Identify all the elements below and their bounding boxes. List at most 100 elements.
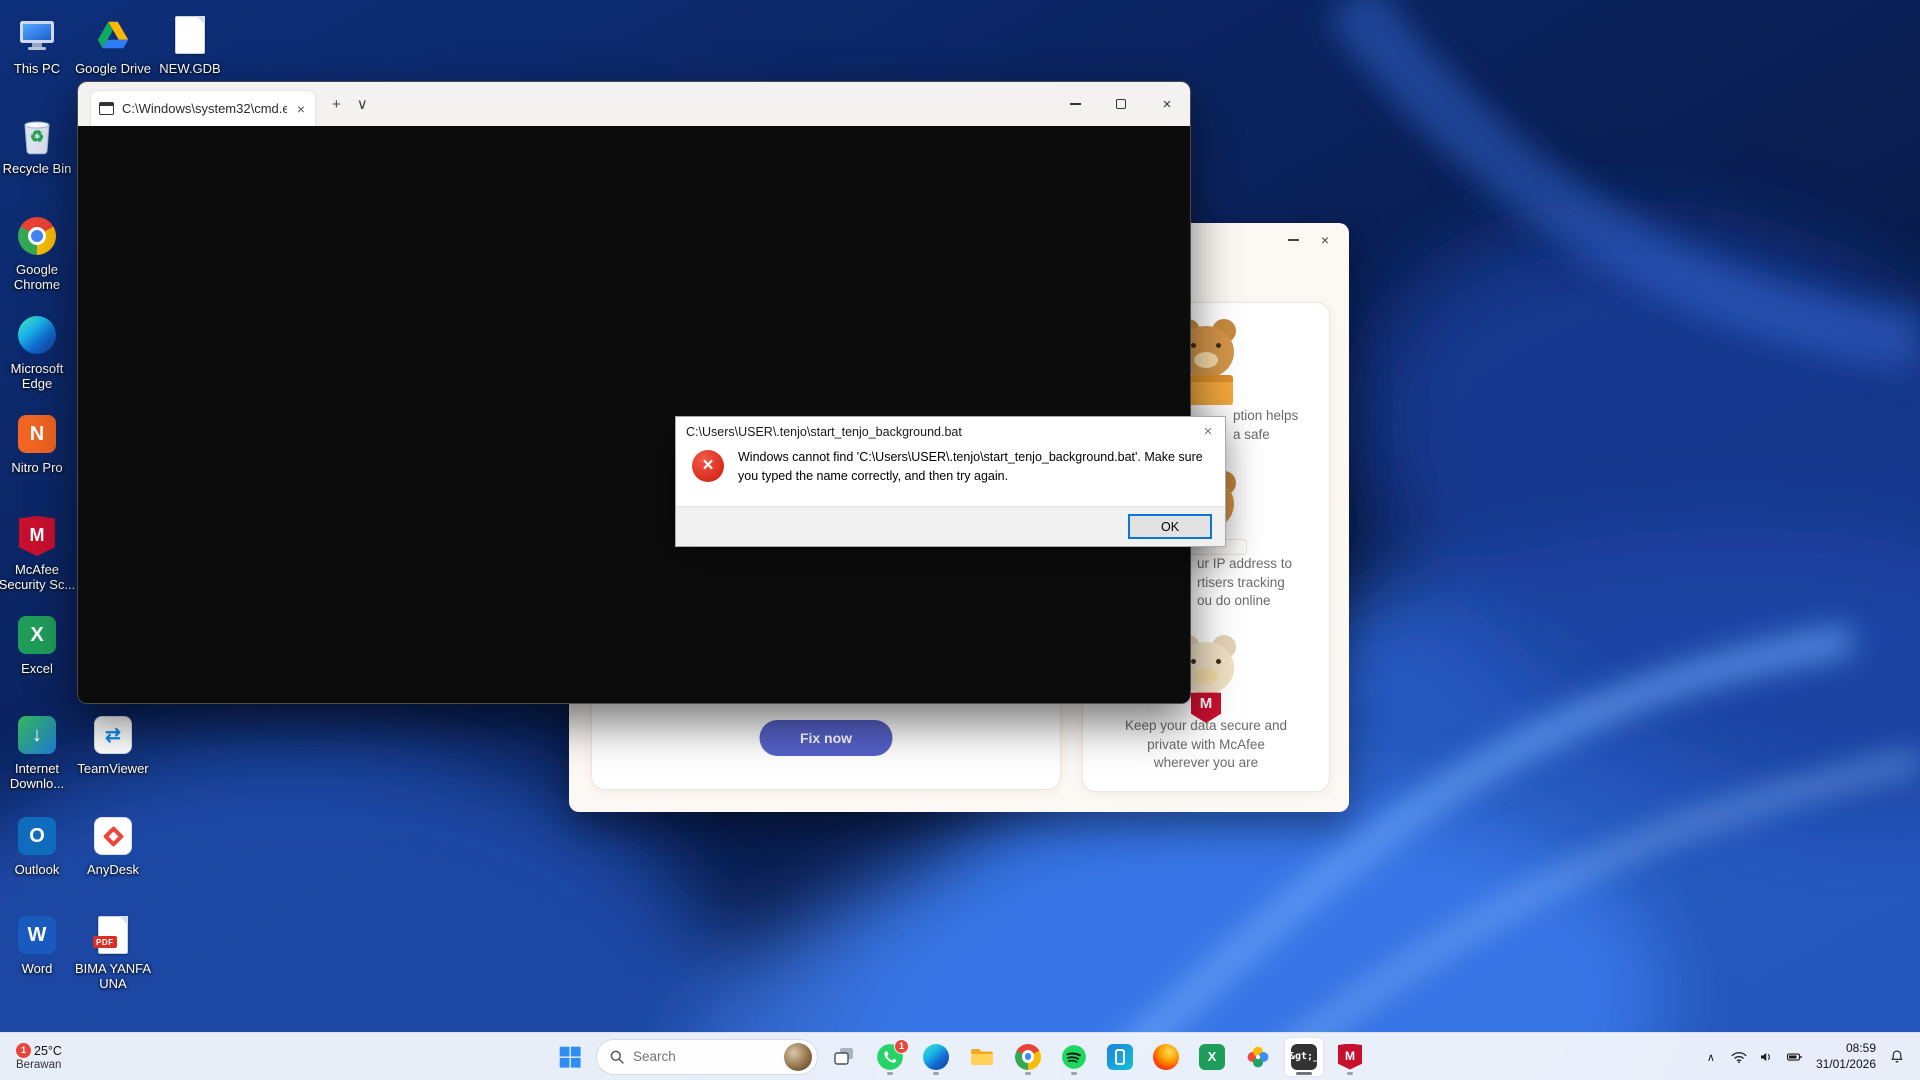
taskbar-spotify[interactable] [1054,1037,1094,1077]
task-view-icon [832,1045,856,1069]
desktop-icon-mcafee[interactable]: M McAfee Security Sc... [0,514,77,593]
word-icon: W [0,913,77,957]
desktop-icon-label: AnyDesk [73,862,153,877]
desktop-icon-bima-pdf[interactable]: PDF BIMA YANFA UNA [73,913,153,992]
desktop-icon-recycle-bin[interactable]: ♻ Recycle Bin [0,113,77,176]
desktop-icon-label: Word [0,961,77,976]
desktop-icon-label: Internet Downlo... [0,761,77,792]
running-indicator [1025,1072,1031,1075]
recycle-bin-icon: ♻ [0,113,77,157]
desktop-icon-excel[interactable]: X Excel [0,613,77,676]
desktop-icon-word[interactable]: W Word [0,913,77,976]
desktop-icon-nitro-pro[interactable]: N Nitro Pro [0,412,77,475]
file-explorer-icon [969,1044,995,1070]
notification-bell-icon[interactable] [1884,1037,1910,1077]
terminal-tab[interactable]: C:\Windows\system32\cmd.e × [90,90,316,126]
error-dialog: C:\Users\USER\.tenjo\start_tenjo_backgro… [675,416,1226,547]
running-indicator [1296,1072,1312,1075]
wifi-icon[interactable] [1726,1037,1752,1077]
taskbar-edge[interactable] [916,1037,956,1077]
recycle-symbol: ♻ [30,127,44,147]
tab-dropdown-icon[interactable]: ∨ [357,95,368,113]
desktop-icon-label: Recycle Bin [0,161,77,176]
taskbar-file-explorer[interactable] [962,1037,1002,1077]
mcafee-promo-caption-3: Keep your data secure and private with M… [1083,717,1329,773]
idm-icon: ↓ [0,713,77,757]
taskbar-chrome[interactable] [1008,1037,1048,1077]
mcafee-shield-icon: M [0,514,77,558]
taskbar-whatsapp[interactable]: 1 [870,1037,910,1077]
volume-icon[interactable] [1754,1037,1780,1077]
taskbar-phone-link[interactable] [1100,1037,1140,1077]
search-spotlight-image[interactable] [784,1043,812,1071]
google-drive-icon [73,13,153,57]
desktop-icon-outlook[interactable]: O Outlook [0,814,77,877]
desktop-icon-label: Google Chrome [0,262,77,293]
running-indicator [1347,1072,1353,1075]
nitro-pro-icon: N [0,412,77,456]
taskbar-search-box[interactable] [596,1039,818,1075]
weather-temperature: 25°C [34,1044,62,1058]
desktop-icon-microsoft-edge[interactable]: Microsoft Edge [0,313,77,392]
task-view-button[interactable] [824,1037,864,1077]
error-icon: × [692,450,724,482]
chrome-icon [1015,1044,1041,1070]
desktop-icon-anydesk[interactable]: AnyDesk [73,814,153,877]
anydesk-icon [73,814,153,858]
taskbar-clock[interactable]: 08:59 31/01/2026 [1816,1041,1876,1072]
excel-icon: X [1199,1044,1225,1070]
error-message: Windows cannot find 'C:\Users\USER\.tenj… [738,448,1208,486]
clock-time: 08:59 [1816,1041,1876,1057]
dialog-body: × Windows cannot find 'C:\Users\USER\.te… [676,446,1225,506]
desktop-icon-idm[interactable]: ↓ Internet Downlo... [0,713,77,792]
new-tab-button[interactable]: + [332,96,341,113]
desktop-icon-new-gdb[interactable]: NEW.GDB [150,13,230,76]
file-icon [150,13,230,57]
desktop-icon-google-chrome[interactable]: Google Chrome [0,214,77,293]
ok-button[interactable]: OK [1128,514,1212,539]
fix-now-button[interactable]: Fix now [760,720,893,756]
terminal-maximize-button[interactable] [1098,82,1144,126]
running-indicator [887,1072,893,1075]
desktop-icon-label: McAfee Security Sc... [0,562,77,593]
mcafee-minimize-button[interactable] [1281,229,1305,251]
system-tray: ∧ 08:59 31/01/2026 [1698,1033,1916,1080]
whatsapp-badge: 1 [894,1039,909,1054]
spotify-icon [1061,1044,1087,1070]
desktop-icon-teamviewer[interactable]: ⇄ TeamViewer [73,713,153,776]
weather-widget[interactable]: 1 25°C Berawan [10,1036,68,1078]
terminal-close-button[interactable]: × [1144,82,1190,126]
taskbar: 1 25°C Berawan 1 [0,1032,1920,1080]
desktop-icon-label: TeamViewer [73,761,153,776]
mcafee-shield-icon: M [1338,1044,1362,1070]
terminal-window: C:\Windows\system32\cmd.e × + ∨ × [77,81,1191,704]
running-indicator [933,1072,939,1075]
taskbar-firefox[interactable] [1146,1037,1186,1077]
terminal-output-area[interactable] [78,126,1190,704]
desktop-icon-label: Google Drive [73,61,153,76]
taskbar-google-photos[interactable] [1238,1037,1278,1077]
cmd-icon [99,102,114,115]
outlook-icon: O [0,814,77,858]
pdf-file-icon: PDF [73,913,153,957]
tray-overflow-button[interactable]: ∧ [1698,1037,1724,1077]
start-button[interactable] [550,1037,590,1077]
desktop-icon-label: Excel [0,661,77,676]
battery-icon[interactable] [1782,1037,1808,1077]
mcafee-close-button[interactable]: × [1313,229,1337,251]
terminal-tab-close-icon[interactable]: × [295,101,307,117]
taskbar-mcafee[interactable]: M [1330,1037,1370,1077]
terminal-tab-bar: C:\Windows\system32\cmd.e × + ∨ × [78,82,1190,126]
terminal-minimize-button[interactable] [1052,82,1098,126]
this-pc-icon [0,13,77,57]
desktop-icon-this-pc[interactable]: This PC [0,13,77,76]
desktop-icon-google-drive[interactable]: Google Drive [73,13,153,76]
desktop-icon-label: BIMA YANFA UNA [73,961,153,992]
taskbar-windows-terminal[interactable]: &gt;_ [1284,1037,1324,1077]
search-icon [609,1049,625,1065]
search-input[interactable] [633,1049,776,1064]
dialog-close-button[interactable]: × [1195,423,1221,440]
desktop-icon-label: Outlook [0,862,77,877]
teamviewer-icon: ⇄ [73,713,153,757]
taskbar-excel[interactable]: X [1192,1037,1232,1077]
